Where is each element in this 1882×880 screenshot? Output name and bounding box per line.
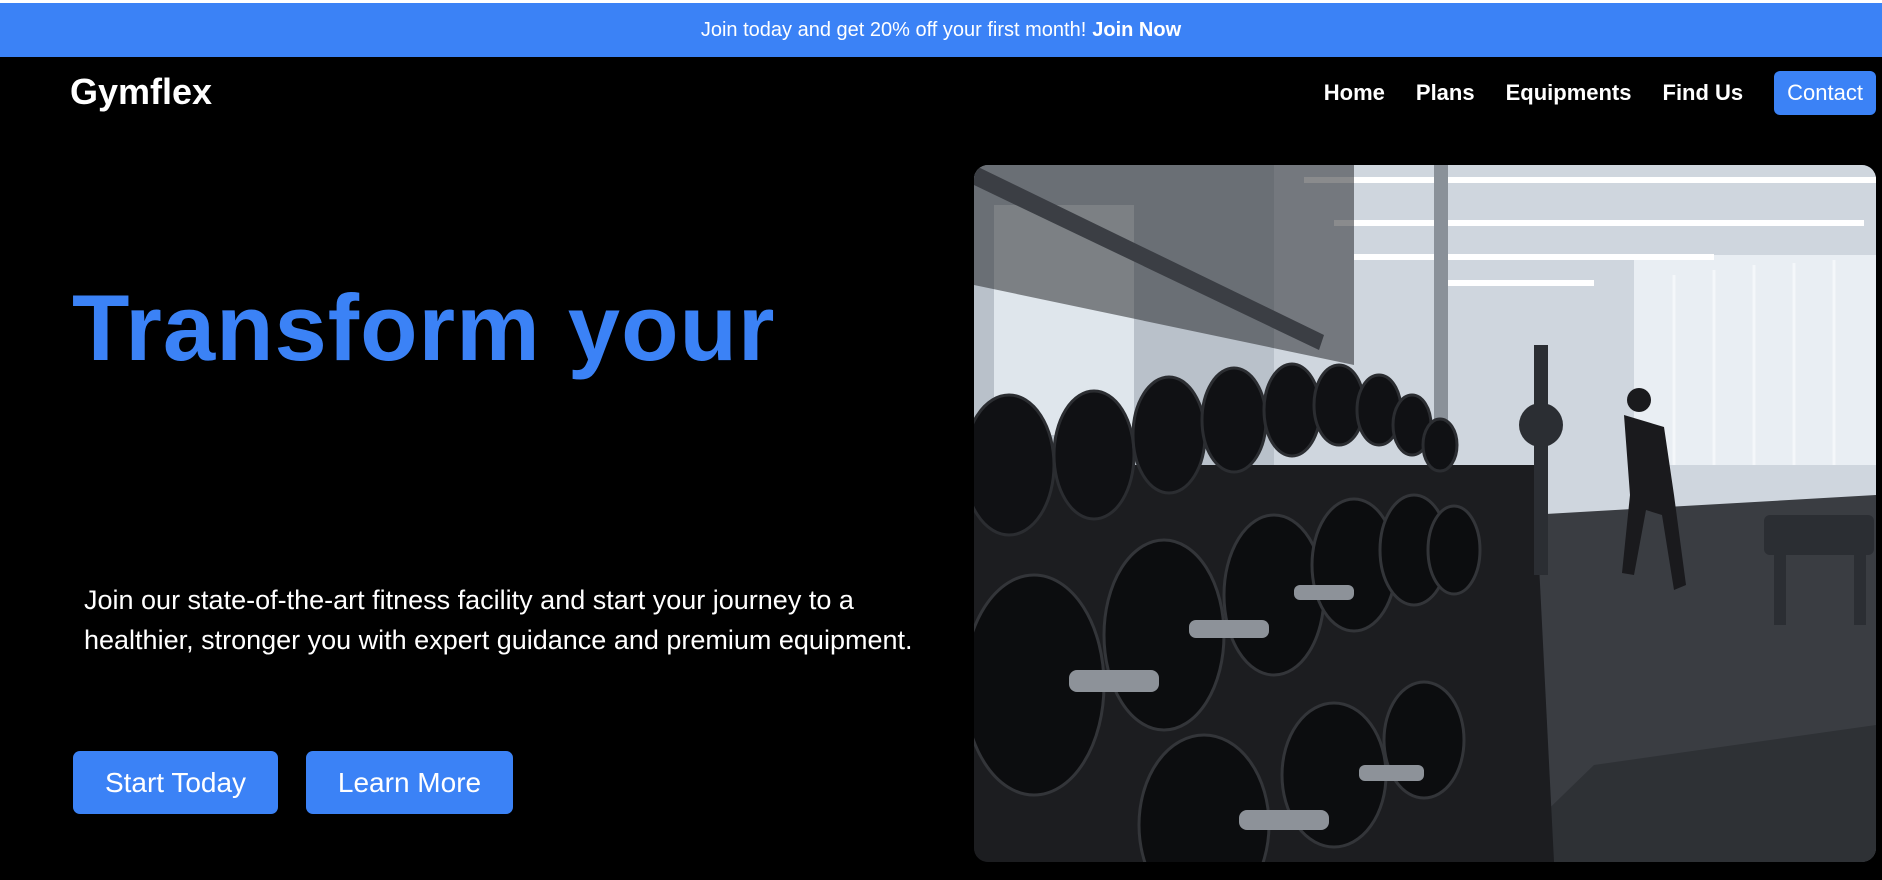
nav-equipments[interactable]: Equipments	[1506, 80, 1632, 106]
join-now-link[interactable]: Join Now	[1092, 19, 1181, 42]
nav-home[interactable]: Home	[1324, 80, 1385, 106]
hero-description: Join our state-of-the-art fitness facili…	[84, 585, 913, 655]
start-today-button[interactable]: Start Today	[73, 751, 278, 814]
announcement-text: Join today and get 20% off your first mo…	[700, 18, 1087, 41]
contact-button[interactable]: Contact	[1774, 71, 1876, 115]
learn-more-button[interactable]: Learn More	[306, 751, 513, 814]
hero-title: Transform your	[72, 275, 776, 380]
nav-find-us[interactable]: Find Us	[1663, 80, 1744, 106]
nav-plans[interactable]: Plans	[1416, 80, 1475, 106]
announcement-bar: Join today and get 20% off your first mo…	[0, 3, 1882, 57]
gym-dumbbell-photo	[974, 165, 1876, 862]
brand-logo[interactable]: Gymflex	[70, 72, 212, 112]
main-nav: Home Plans Equipments Find Us Contact	[1324, 71, 1876, 115]
